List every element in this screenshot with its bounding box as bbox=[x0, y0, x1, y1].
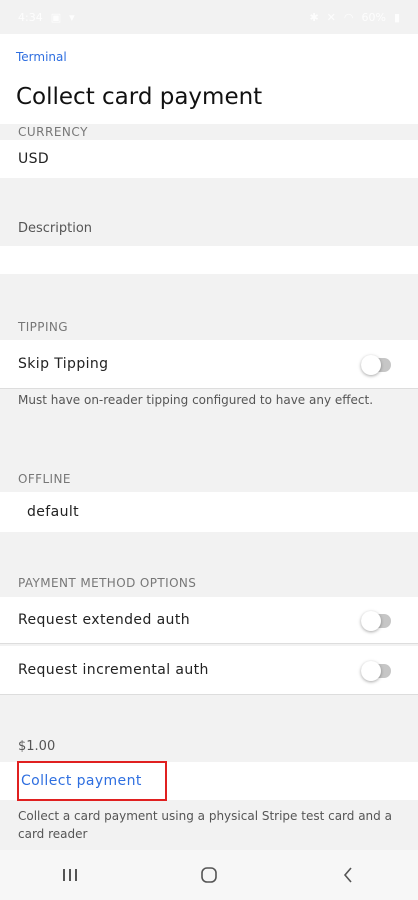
currency-label: CURRENCY bbox=[18, 125, 88, 139]
image-icon: ▣ bbox=[50, 10, 62, 24]
currency-field[interactable]: USD bbox=[0, 140, 418, 178]
tipping-helper-text: Must have on-reader tipping configured t… bbox=[18, 393, 374, 407]
divider bbox=[0, 643, 418, 644]
recent-apps-icon[interactable] bbox=[50, 855, 90, 895]
collect-helper-text: Collect a card payment using a physical … bbox=[18, 809, 392, 841]
collect-payment-label: Collect payment bbox=[21, 773, 142, 789]
incremental-auth-toggle[interactable] bbox=[361, 661, 391, 681]
toggle-knob bbox=[361, 611, 381, 631]
incremental-auth-row[interactable]: Request incremental auth bbox=[0, 646, 418, 694]
status-bar: 4:34 ▣ ▾ ✱ ✕ ◠ 60% ▮ bbox=[0, 0, 418, 34]
breadcrumb-terminal[interactable]: Terminal bbox=[16, 50, 67, 64]
battery-level: 60% bbox=[361, 10, 386, 24]
toggle-knob bbox=[361, 355, 381, 375]
payment-method-section-header: PAYMENT METHOD OPTIONS bbox=[18, 576, 197, 590]
extended-auth-label: Request extended auth bbox=[18, 612, 190, 628]
extended-auth-row[interactable]: Request extended auth bbox=[0, 597, 418, 643]
toggle-knob bbox=[361, 661, 381, 681]
page-title: Collect card payment bbox=[16, 84, 263, 110]
currency-value: USD bbox=[18, 151, 50, 167]
skip-tipping-label: Skip Tipping bbox=[18, 356, 109, 372]
incremental-auth-label: Request incremental auth bbox=[18, 662, 209, 678]
tipping-section-header: TIPPING bbox=[18, 320, 68, 334]
battery-icon: ▮ bbox=[393, 10, 400, 24]
divider bbox=[0, 388, 418, 389]
wifi-icon: ◠ bbox=[343, 10, 354, 24]
description-placeholder: Description bbox=[18, 221, 93, 236]
amount-text: $1.00 bbox=[18, 739, 56, 754]
divider bbox=[0, 694, 418, 695]
skip-tipping-toggle[interactable] bbox=[361, 355, 391, 375]
home-icon[interactable] bbox=[189, 855, 229, 895]
offline-section-header: OFFLINE bbox=[18, 472, 71, 486]
extended-auth-toggle[interactable] bbox=[361, 611, 391, 631]
collect-payment-button[interactable]: Collect payment bbox=[17, 761, 167, 801]
signal-icon: ▾ bbox=[69, 10, 75, 24]
status-time: 4:34 bbox=[18, 10, 43, 24]
system-nav-bar bbox=[0, 850, 418, 900]
offline-selector[interactable]: default bbox=[0, 492, 418, 532]
skip-tipping-row[interactable]: Skip Tipping bbox=[0, 340, 418, 388]
offline-value: default bbox=[27, 504, 80, 520]
bluetooth-icon: ✱ bbox=[309, 10, 319, 24]
description-input[interactable] bbox=[0, 246, 418, 274]
page-header: Terminal Collect card payment bbox=[0, 34, 418, 124]
back-icon[interactable] bbox=[328, 855, 368, 895]
mute-icon: ✕ bbox=[326, 10, 336, 24]
